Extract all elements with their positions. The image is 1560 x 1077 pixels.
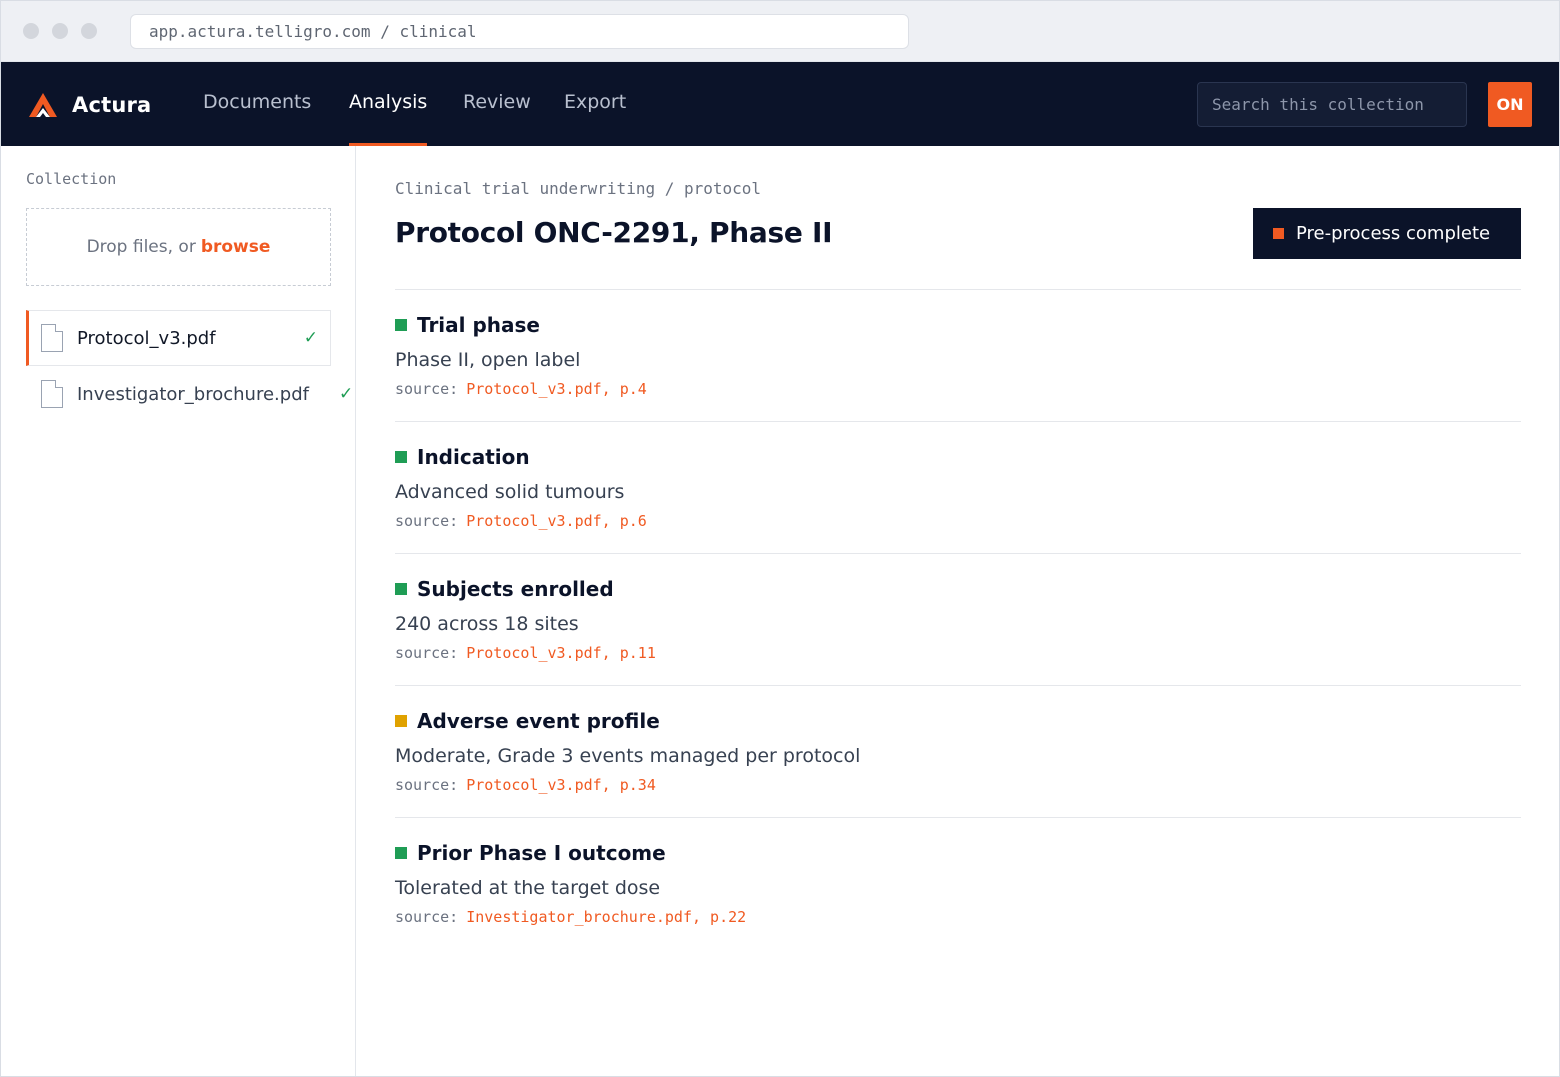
source-link[interactable]: Investigator_brochure.pdf, p.22 [466,908,746,926]
brand-name: Actura [72,93,152,117]
field-adverse-event-profile: Adverse event profile Moderate, Grade 3 … [395,685,1521,817]
field-source: source: Protocol_v3.pdf, p.34 [395,776,656,794]
file-item-investigator-brochure[interactable]: Investigator_brochure.pdf ✓ [26,366,353,422]
field-source: source: Protocol_v3.pdf, p.11 [395,644,656,662]
collection-search-input[interactable] [1197,82,1467,127]
field-label: Trial phase [417,313,540,337]
check-icon: ✓ [339,384,354,404]
field-label: Indication [417,445,530,469]
field-label: Subjects enrolled [417,577,614,601]
source-link[interactable]: Protocol_v3.pdf, p.11 [466,644,656,662]
status-button-label: Pre-process complete [1296,223,1491,244]
browser-chrome: app.actura.telligro.com / clinical [1,1,1559,62]
field-value: Moderate, Grade 3 events managed per pro… [395,745,861,767]
source-label: source: [395,512,459,530]
tab-export[interactable]: Export [564,62,626,146]
breadcrumb: Clinical trial underwriting / protocol [395,179,762,198]
file-dropzone[interactable]: Drop files, or browse [26,208,331,286]
field-value: Advanced solid tumours [395,481,625,503]
field-value: Tolerated at the target dose [395,877,661,899]
status-ok-marker-icon [395,847,407,859]
preprocess-status-button[interactable]: Pre-process complete [1253,208,1521,259]
address-bar[interactable]: app.actura.telligro.com / clinical [130,14,909,49]
field-label: Prior Phase I outcome [417,841,666,865]
collection-sidebar: Collection Drop files, or browse Protoco… [1,146,356,1076]
file-name: Protocol_v3.pdf [77,327,216,349]
actura-logo-icon [29,93,57,117]
tab-review[interactable]: Review [463,62,531,146]
source-label: source: [395,644,459,662]
field-source: source: Investigator_brochure.pdf, p.22 [395,908,746,926]
status-ok-marker-icon [395,451,407,463]
window-close-dot[interactable] [23,23,39,39]
field-source: source: Protocol_v3.pdf, p.6 [395,512,647,530]
field-trial-phase: Trial phase Phase II, open label source:… [395,289,1521,421]
status-warning-marker-icon [395,715,407,727]
field-source: source: Protocol_v3.pdf, p.4 [395,380,647,398]
source-link[interactable]: Protocol_v3.pdf, p.6 [466,512,647,530]
brand[interactable]: Actura [28,88,151,122]
field-subjects-enrolled: Subjects enrolled 240 across 18 sites so… [395,553,1521,685]
field-indication: Indication Advanced solid tumours source… [395,421,1521,553]
tab-analysis[interactable]: Analysis [349,62,428,146]
source-link[interactable]: Protocol_v3.pdf, p.4 [466,380,647,398]
browse-link[interactable]: browse [201,237,271,257]
main-content: Clinical trial underwriting / protocol P… [356,146,1559,1076]
file-name: Investigator_brochure.pdf [77,383,309,405]
file-item-protocol[interactable]: Protocol_v3.pdf ✓ [26,310,331,366]
dropzone-text: Drop files, or [86,237,196,257]
on-toggle-button[interactable]: ON [1488,82,1532,127]
field-value: 240 across 18 sites [395,613,579,635]
field-value: Phase II, open label [395,349,581,371]
app-window: app.actura.telligro.com / clinical Actur… [0,0,1560,1077]
document-icon [41,380,63,408]
source-label: source: [395,776,459,794]
status-ok-marker-icon [395,319,407,331]
check-icon: ✓ [303,328,318,348]
source-link[interactable]: Protocol_v3.pdf, p.34 [466,776,656,794]
field-label: Adverse event profile [417,709,660,733]
status-square-icon [1273,228,1284,239]
window-minimize-dot[interactable] [52,23,68,39]
sidebar-heading: Collection [26,170,117,188]
source-label: source: [395,908,459,926]
tab-documents[interactable]: Documents [203,62,311,146]
status-ok-marker-icon [395,583,407,595]
top-nav: Actura Documents Analysis Review Export … [1,62,1559,146]
document-icon [41,324,63,352]
field-prior-phase-outcome: Prior Phase I outcome Tolerated at the t… [395,817,1521,949]
window-maximize-dot[interactable] [81,23,97,39]
source-label: source: [395,380,459,398]
page-title: Protocol ONC-2291, Phase II [395,216,833,249]
